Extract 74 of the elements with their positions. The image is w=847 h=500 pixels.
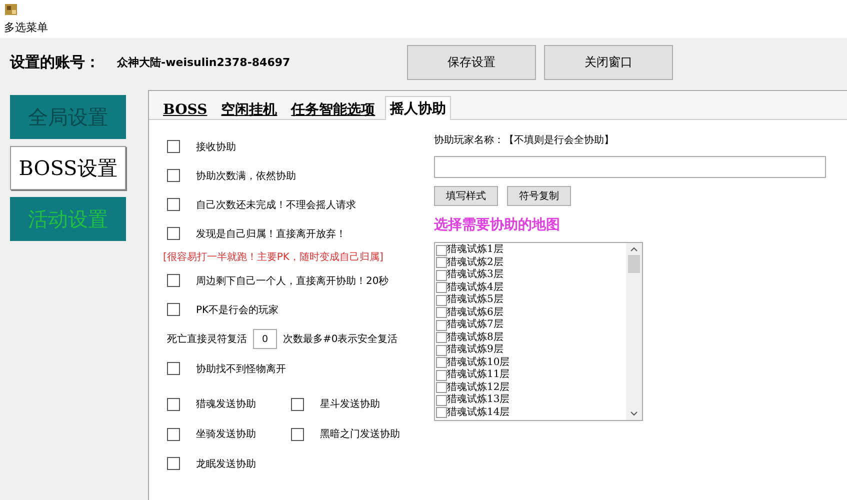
option-label: 黑暗之门发送协助 (320, 428, 400, 441)
checkbox[interactable] (436, 270, 447, 281)
checkbox[interactable] (436, 244, 447, 256)
scrollbar[interactable] (626, 243, 642, 420)
count-field[interactable]: 0 (253, 329, 277, 349)
checkbox[interactable] (436, 257, 447, 268)
map-item[interactable]: 猎魂试炼9层 (447, 344, 504, 356)
checkbox[interactable] (436, 282, 447, 294)
window-button[interactable]: 关闭窗口 (544, 45, 673, 80)
tab[interactable]: 任务智能选项 (287, 99, 380, 120)
player-name-label: 协助玩家名称：【不填则是行会全协助】 (434, 134, 615, 147)
checkbox[interactable] (436, 407, 447, 418)
tab[interactable]: 空闲挂机 (217, 99, 282, 120)
checkbox[interactable] (167, 274, 180, 287)
checkbox[interactable] (436, 307, 447, 318)
checkbox[interactable] (167, 428, 180, 440)
map-heading: 选择需要协助的地图 (434, 216, 561, 234)
option-label: 自己次数还未完成！不理会摇人请求 (196, 198, 356, 212)
checkbox[interactable] (167, 303, 180, 316)
checkbox[interactable] (291, 398, 304, 410)
option-label: 坐骑发送协助 (196, 428, 256, 441)
player-name-field[interactable] (434, 156, 826, 178)
checkbox[interactable] (436, 382, 447, 394)
option-label: 协助找不到怪物离开 (196, 362, 286, 376)
map-item[interactable]: 猎魂试炼13层 (447, 394, 510, 406)
checkbox[interactable] (436, 357, 447, 368)
checkbox[interactable] (167, 140, 180, 153)
map-item[interactable]: 猎魂试炼5层 (447, 294, 504, 306)
scroll-thumb[interactable] (628, 255, 640, 273)
option-label: 星斗发送协助 (320, 398, 380, 411)
map-item[interactable]: 猎魂试炼1层 (447, 244, 504, 256)
option-label: 周边剩下自己一个人，直接离开协助！20秒 (196, 274, 389, 288)
tab[interactable]: 摇人协助 (385, 96, 452, 120)
window-button[interactable]: 保存设置 (407, 45, 536, 80)
checkbox[interactable] (436, 394, 447, 406)
map-item[interactable]: 猎魂试炼14层 (447, 406, 510, 419)
option-label: 猎魂发送协助 (196, 398, 256, 411)
sidebar-button[interactable]: BOSS设置 (10, 146, 126, 190)
checkbox[interactable] (167, 198, 180, 211)
account-label: 设置的账号： (10, 53, 101, 72)
option-label: 协助次数满，依然协助 (196, 170, 296, 182)
checkbox[interactable] (436, 332, 447, 344)
map-item[interactable]: 猎魂试炼8层 (447, 332, 504, 344)
action-button[interactable]: 填写样式 (434, 186, 498, 206)
map-item[interactable]: 猎魂试炼3层 (447, 269, 504, 282)
checkbox[interactable] (167, 398, 180, 410)
map-item[interactable]: 猎魂试炼12层 (447, 382, 510, 394)
option-label: 龙眠发送协助 (196, 458, 256, 470)
map-item[interactable]: 猎魂试炼2层 (447, 256, 504, 269)
checkbox[interactable] (167, 227, 180, 240)
tab[interactable]: BOSS (159, 99, 212, 120)
option-label: 死亡直接灵符复活 (167, 332, 247, 346)
option-label: 发现是自己归属！直接离开放弃！ (196, 228, 346, 240)
account-value: 众神大陆-weisulin2378-84697 (117, 55, 292, 70)
map-item[interactable]: 猎魂试炼11层 (447, 369, 510, 382)
map-item[interactable]: 猎魂试炼6层 (447, 306, 504, 319)
checkbox[interactable] (436, 320, 447, 331)
checkbox[interactable] (167, 362, 180, 375)
action-button[interactable]: 符号复制 (507, 186, 571, 206)
map-item[interactable]: 猎魂试炼10层 (447, 356, 510, 369)
checkbox[interactable] (291, 428, 304, 440)
app-icon (4, 2, 18, 16)
checkbox[interactable] (167, 457, 180, 470)
option-label: 接收协助 (196, 140, 236, 154)
checkbox[interactable] (436, 294, 447, 306)
warning-note: [很容易打一半就跑！主要PK，随时变成自己归属] (163, 250, 384, 264)
hint-text: 次数最多#0表示安全复活 (283, 332, 398, 346)
checkbox[interactable] (436, 370, 447, 381)
window-title: 多选菜单 (4, 20, 49, 35)
checkbox[interactable] (167, 169, 180, 182)
map-item[interactable]: 猎魂试炼4层 (447, 282, 504, 294)
option-label: PK不是行会的玩家 (196, 304, 279, 316)
checkbox[interactable] (436, 344, 447, 356)
map-item[interactable]: 猎魂试炼7层 (447, 319, 504, 332)
